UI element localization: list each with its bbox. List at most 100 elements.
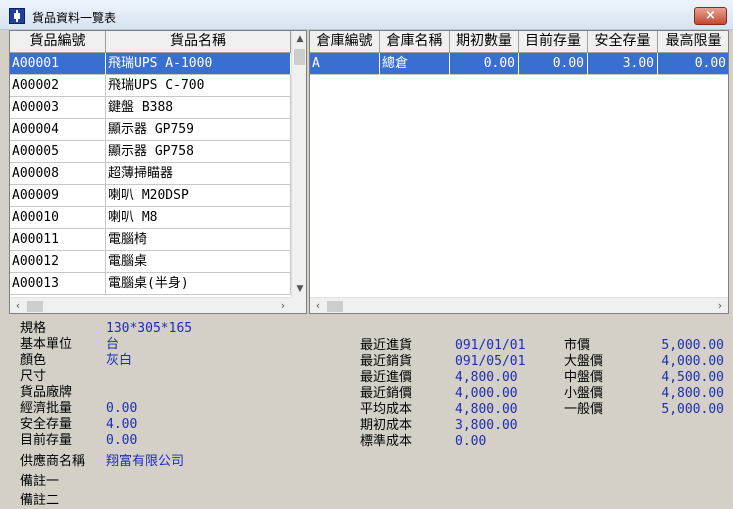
scroll-thumb[interactable] <box>327 301 343 312</box>
initial-cost-label: 期初成本 <box>360 418 413 433</box>
table-row[interactable]: A00005 顯示器 GP758 <box>10 141 291 163</box>
product-name-cell[interactable]: 飛瑞UPS C-700 <box>106 75 291 97</box>
product-code-cell[interactable]: A00002 <box>10 75 106 97</box>
product-code-cell[interactable]: A00013 <box>10 273 106 295</box>
scroll-up-arrow-icon[interactable]: ▲ <box>292 31 306 47</box>
product-rows: A00001 飛瑞UPS A-1000 A00002 飛瑞UPS C-700 A0000… <box>10 53 291 295</box>
scrollbar-corner <box>291 297 306 313</box>
warehouse-grid-horizontal-scrollbar[interactable]: ‹ › <box>310 297 728 313</box>
last-purchase-value: 091/01/01 <box>455 338 526 353</box>
current-stock-label: 目前存量 <box>20 433 73 448</box>
product-name-cell[interactable]: 超薄掃瞄器 <box>106 163 291 185</box>
table-row[interactable]: A00001 飛瑞UPS A-1000 <box>10 53 291 75</box>
table-row[interactable]: A00013 電腦桌(半身) <box>10 273 291 295</box>
column-header-product-name[interactable]: 貨品名稱 <box>106 31 291 53</box>
product-list-horizontal-scrollbar[interactable]: ‹ › <box>10 297 291 313</box>
table-row[interactable]: A00002 飛瑞UPS C-700 <box>10 75 291 97</box>
column-header-safety-stock[interactable]: 安全存量 <box>588 31 658 53</box>
econ-qty-label: 經濟批量 <box>20 401 73 416</box>
product-name-cell[interactable]: 喇叭 M20DSP <box>106 185 291 207</box>
product-name-cell[interactable]: 飛瑞UPS A-1000 <box>106 53 291 75</box>
scroll-right-arrow-icon[interactable]: › <box>712 298 728 313</box>
scroll-thumb[interactable] <box>294 49 305 65</box>
small-wholesale-label: 小盤價 <box>564 386 604 401</box>
scroll-left-arrow-icon[interactable]: ‹ <box>10 298 26 313</box>
safety-stock-label: 安全存量 <box>20 417 73 432</box>
table-row[interactable]: A00004 顯示器 GP759 <box>10 119 291 141</box>
product-name-cell[interactable]: 喇叭 M8 <box>106 207 291 229</box>
product-list-header: 貨品編號 貨品名稱 <box>10 31 291 53</box>
product-name-cell[interactable]: 鍵盤 B388 <box>106 97 291 119</box>
column-header-warehouse-code[interactable]: 倉庫編號 <box>310 31 380 53</box>
standard-cost-value: 0.00 <box>455 434 487 449</box>
unit-label: 基本單位 <box>20 337 73 352</box>
product-code-cell[interactable]: A00009 <box>10 185 106 207</box>
warehouse-grid[interactable]: 倉庫編號 倉庫名稱 期初數量 目前存量 安全存量 最高限量 A 總倉 0.00 0.0… <box>309 30 729 314</box>
last-sale-price-label: 最近銷價 <box>360 386 413 401</box>
avg-cost-label: 平均成本 <box>360 402 413 417</box>
product-code-cell[interactable]: A00004 <box>10 119 106 141</box>
table-row[interactable]: A00008 超薄掃瞄器 <box>10 163 291 185</box>
last-purchase-label: 最近進貨 <box>360 338 413 353</box>
small-wholesale-value: 4,800.00 <box>661 386 724 401</box>
econ-qty-value: 0.00 <box>106 401 138 416</box>
general-price-label: 一般價 <box>564 402 604 417</box>
unit-value: 台 <box>106 337 120 352</box>
product-name-cell[interactable]: 電腦桌(半身) <box>106 273 291 295</box>
column-header-opening-qty[interactable]: 期初數量 <box>450 31 519 53</box>
supplier-value: 翔富有限公司 <box>106 454 185 469</box>
size-label: 尺寸 <box>20 369 47 384</box>
current-stock-value: 0.00 <box>106 433 138 448</box>
warehouse-name-cell[interactable]: 總倉 <box>380 53 450 75</box>
app-icon <box>9 8 25 24</box>
warehouse-rows: A 總倉 0.00 0.00 3.00 0.00 <box>310 53 728 75</box>
window-title: 貨品資料一覽表 <box>32 11 117 25</box>
note2-label: 備註二 <box>20 493 60 508</box>
scroll-right-arrow-icon[interactable]: › <box>275 298 291 313</box>
product-code-cell[interactable]: A00011 <box>10 229 106 251</box>
close-button[interactable]: × <box>694 7 727 25</box>
column-header-max-limit[interactable]: 最高限量 <box>658 31 728 53</box>
last-sale-price-value: 4,000.00 <box>455 386 518 401</box>
standard-cost-label: 標準成本 <box>360 434 413 449</box>
large-wholesale-value: 4,000.00 <box>661 354 724 369</box>
table-row[interactable]: A00010 喇叭 M8 <box>10 207 291 229</box>
product-code-cell[interactable]: A00003 <box>10 97 106 119</box>
product-code-cell[interactable]: A00012 <box>10 251 106 273</box>
last-purchase-price-label: 最近進價 <box>360 370 413 385</box>
last-sale-value: 091/05/01 <box>455 354 526 369</box>
opening-qty-cell[interactable]: 0.00 <box>450 53 519 75</box>
column-header-current-stock[interactable]: 目前存量 <box>519 31 588 53</box>
scroll-down-arrow-icon[interactable]: ▼ <box>292 281 306 297</box>
product-list-vertical-scrollbar[interactable]: ▲ ▼ <box>291 31 306 297</box>
scroll-left-arrow-icon[interactable]: ‹ <box>310 298 326 313</box>
product-code-cell[interactable]: A00010 <box>10 207 106 229</box>
product-list[interactable]: 貨品編號 貨品名稱 A00001 飛瑞UPS A-1000 A00002 飛瑞UPS … <box>9 30 307 314</box>
table-row[interactable]: A00012 電腦桌 <box>10 251 291 273</box>
product-name-cell[interactable]: 顯示器 GP759 <box>106 119 291 141</box>
brand-label: 貨品廠牌 <box>20 385 73 400</box>
product-name-cell[interactable]: 顯示器 GP758 <box>106 141 291 163</box>
product-code-cell[interactable]: A00001 <box>10 53 106 75</box>
column-header-warehouse-name[interactable]: 倉庫名稱 <box>380 31 450 53</box>
safety-stock-cell[interactable]: 3.00 <box>588 53 658 75</box>
table-row[interactable]: A00011 電腦椅 <box>10 229 291 251</box>
general-price-value: 5,000.00 <box>661 402 724 417</box>
safety-stock-value: 4.00 <box>106 417 138 432</box>
market-price-label: 市價 <box>564 338 591 353</box>
product-name-cell[interactable]: 電腦椅 <box>106 229 291 251</box>
max-limit-cell[interactable]: 0.00 <box>658 53 728 75</box>
product-code-cell[interactable]: A00005 <box>10 141 106 163</box>
warehouse-code-cell[interactable]: A <box>310 53 380 75</box>
product-name-cell[interactable]: 電腦桌 <box>106 251 291 273</box>
table-row[interactable]: A00009 喇叭 M20DSP <box>10 185 291 207</box>
scroll-thumb[interactable] <box>27 301 43 312</box>
warehouse-grid-header: 倉庫編號 倉庫名稱 期初數量 目前存量 安全存量 最高限量 <box>310 31 728 53</box>
product-code-cell[interactable]: A00008 <box>10 163 106 185</box>
color-label: 顏色 <box>20 353 47 368</box>
current-stock-cell[interactable]: 0.00 <box>519 53 588 75</box>
column-header-product-code[interactable]: 貨品編號 <box>10 31 106 53</box>
table-row[interactable]: A00003 鍵盤 B388 <box>10 97 291 119</box>
table-row[interactable]: A 總倉 0.00 0.00 3.00 0.00 <box>310 53 728 75</box>
title-bar: 貨品資料一覽表 × <box>0 0 733 30</box>
